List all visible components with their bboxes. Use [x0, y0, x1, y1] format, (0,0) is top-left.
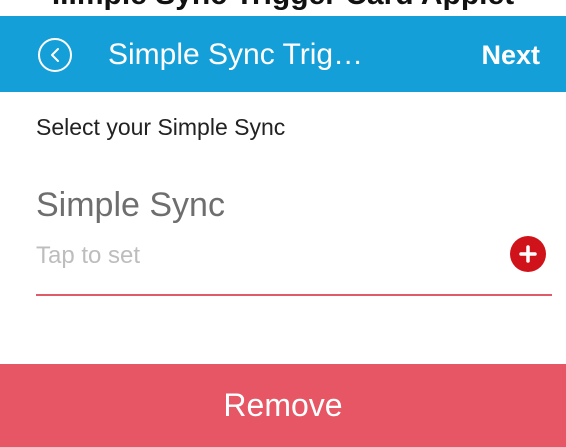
field-underline	[36, 294, 552, 296]
plus-circle-icon	[519, 245, 537, 263]
add-button[interactable]	[510, 236, 546, 272]
tap-to-set-field[interactable]: Tap to set	[36, 242, 140, 270]
instruction-text: Select your Simple Sync	[36, 114, 286, 140]
page-title: Simple Sync Trig…	[108, 38, 364, 71]
circle-chevron-left-icon	[51, 48, 59, 62]
back-button[interactable]	[38, 38, 72, 72]
header-bar: Simple Sync Trig… Next	[0, 16, 566, 92]
field-label: Simple Sync	[36, 186, 225, 224]
remove-button[interactable]: Remove	[0, 364, 566, 447]
top-strip-text: ...mple Sync Trigger Card Applet	[0, 0, 566, 12]
top-strip: ...mple Sync Trigger Card Applet	[0, 0, 566, 16]
applet-screen: ...mple Sync Trigger Card Applet Simple …	[0, 0, 566, 447]
next-button[interactable]: Next	[481, 35, 540, 75]
